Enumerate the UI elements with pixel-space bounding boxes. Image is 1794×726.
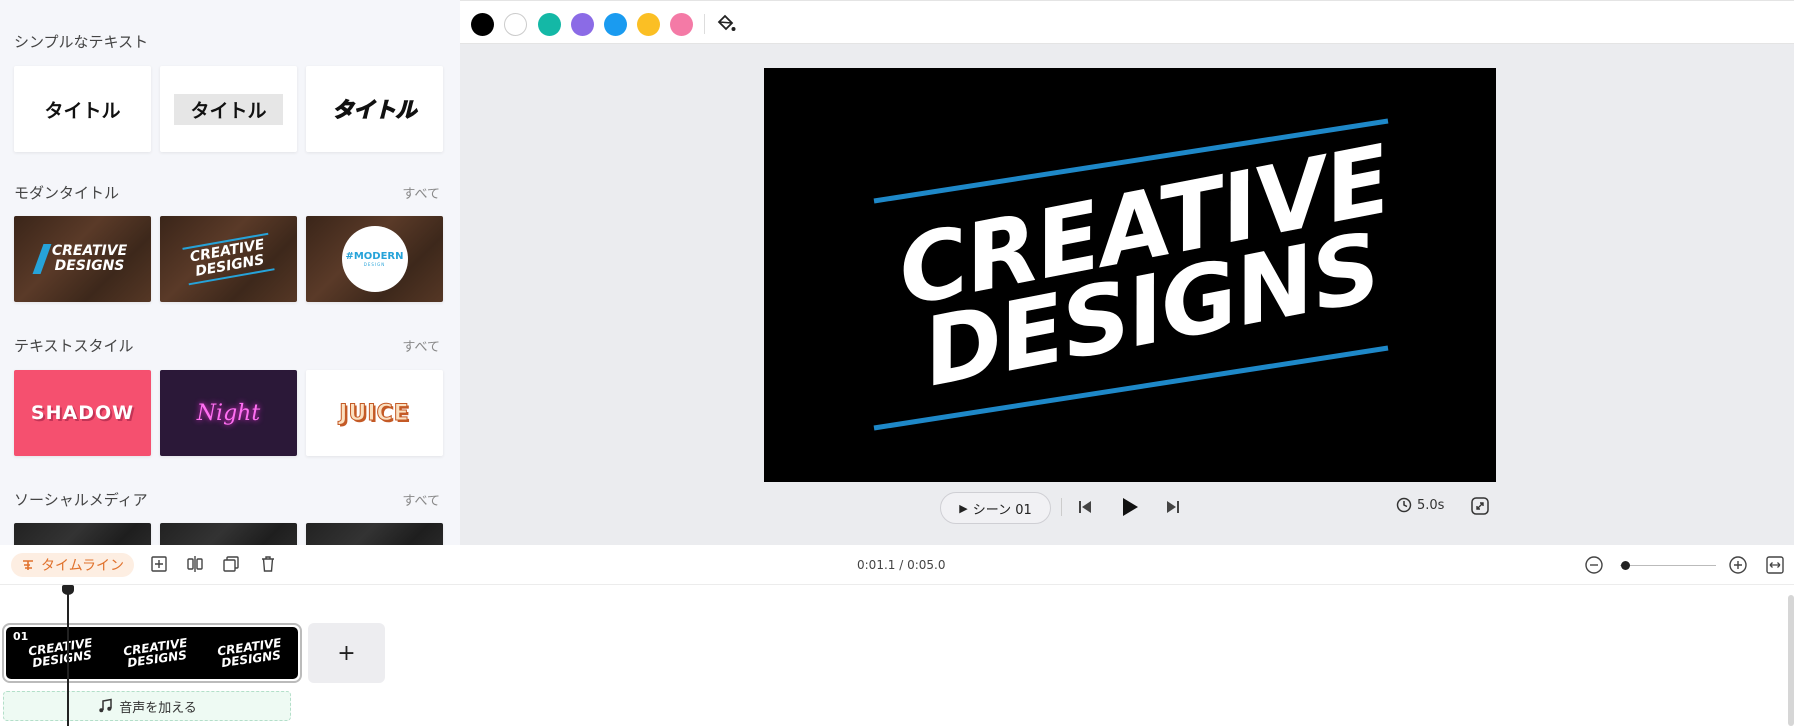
zoom-slider-handle[interactable] bbox=[1621, 561, 1630, 570]
play-small-icon: ▶ bbox=[959, 502, 967, 515]
scene-clip[interactable]: 01 CREATIVE DESIGNS CREATIVE DESIGNS CRE… bbox=[2, 623, 302, 683]
social-media-all-link[interactable]: すべて bbox=[402, 490, 440, 509]
clip-thumb-text: CREATIVE DESIGNS bbox=[122, 637, 189, 670]
simple-text-card-3[interactable]: タイトル bbox=[306, 66, 443, 152]
music-note-icon bbox=[97, 698, 113, 714]
trash-icon[interactable] bbox=[259, 555, 277, 573]
color-swatch-purple[interactable] bbox=[571, 13, 594, 36]
skip-back-icon[interactable] bbox=[1078, 500, 1092, 514]
timeline-icon bbox=[21, 558, 35, 572]
fullscreen-icon[interactable] bbox=[1470, 496, 1490, 516]
timeline-tab[interactable]: タイムライン bbox=[11, 553, 134, 577]
paint-bucket-icon[interactable] bbox=[715, 12, 737, 34]
color-swatch-white[interactable] bbox=[504, 13, 527, 36]
color-swatch-blue[interactable] bbox=[604, 13, 627, 36]
modern-title-thumb-3[interactable]: #MODERN DESIGN bbox=[306, 216, 443, 302]
scene-label: シーン 01 bbox=[973, 499, 1032, 518]
thumb-line1: #MODERN bbox=[345, 251, 403, 262]
skip-forward-icon[interactable] bbox=[1166, 500, 1180, 514]
clip-thumb-text: CREATIVE DESIGNS bbox=[28, 637, 95, 670]
color-swatch-yellow[interactable] bbox=[637, 13, 660, 36]
simple-text-card-1[interactable]: タイトル bbox=[14, 66, 151, 152]
time-readout: 0:01.1 / 0:05.0 bbox=[857, 558, 945, 572]
color-swatch-teal[interactable] bbox=[538, 13, 561, 36]
section-title-social-media: ソーシャルメディア bbox=[14, 489, 148, 510]
thumb-line2: DESIGNS bbox=[52, 259, 127, 274]
add-scene-icon[interactable] bbox=[150, 555, 168, 573]
scene-play-button[interactable]: ▶ シーン 01 bbox=[940, 492, 1051, 524]
color-swatch-pink[interactable] bbox=[670, 13, 693, 36]
section-title-modern-title: モダンタイトル bbox=[14, 182, 119, 203]
thumb-line1: CREATIVE bbox=[52, 244, 127, 259]
duplicate-icon[interactable] bbox=[222, 555, 240, 573]
playhead-line[interactable] bbox=[67, 585, 69, 726]
split-icon[interactable] bbox=[186, 555, 204, 573]
text-style-all-link[interactable]: すべて bbox=[402, 336, 440, 355]
zoom-out-icon[interactable] bbox=[1584, 555, 1604, 575]
playhead-handle[interactable] bbox=[62, 585, 74, 595]
scene-duration[interactable]: 5.0s bbox=[1396, 497, 1444, 513]
zoom-slider-track[interactable] bbox=[1620, 565, 1716, 566]
color-toolbar bbox=[460, 0, 1794, 44]
modern-title-thumb-2[interactable]: CREATIVE DESIGNS bbox=[160, 216, 297, 302]
video-canvas[interactable]: CREATIVE DESIGNS bbox=[764, 68, 1496, 482]
text-style-shadow-thumb[interactable]: SHADOW bbox=[14, 370, 151, 456]
toolbar-divider bbox=[704, 14, 705, 34]
social-media-thumb-1[interactable] bbox=[14, 523, 151, 545]
add-audio-button[interactable]: 音声を加える bbox=[3, 691, 291, 721]
modern-title-thumb-1[interactable]: CREATIVE DESIGNS bbox=[14, 216, 151, 302]
circle-badge: #MODERN DESIGN bbox=[342, 226, 408, 292]
simple-text-card-2[interactable]: タイトル bbox=[160, 66, 297, 152]
modern-title-all-link[interactable]: すべて bbox=[402, 183, 440, 202]
canvas-area: CREATIVE DESIGNS bbox=[460, 44, 1794, 545]
section-title-simple-text: シンプルなテキスト bbox=[14, 31, 148, 52]
template-sidebar: シンプルなテキスト タイトル タイトル タイトル モダンタイトル すべて CRE… bbox=[0, 0, 460, 545]
timeline-scrollbar[interactable] bbox=[1788, 595, 1794, 726]
add-audio-label: 音声を加える bbox=[119, 697, 197, 716]
add-scene-button[interactable]: + bbox=[308, 623, 385, 683]
duration-label: 5.0s bbox=[1417, 498, 1444, 513]
zoom-in-icon[interactable] bbox=[1728, 555, 1748, 575]
play-icon[interactable] bbox=[1121, 497, 1139, 517]
thumb-line2: DESIGN bbox=[364, 262, 385, 267]
section-title-text-style: テキストスタイル bbox=[14, 335, 134, 356]
controls-divider bbox=[1061, 498, 1062, 516]
social-media-thumb-3[interactable] bbox=[306, 523, 443, 545]
clock-icon bbox=[1396, 497, 1412, 513]
timeline-tab-label: タイムライン bbox=[41, 555, 124, 575]
text-style-night-thumb[interactable]: Night bbox=[160, 370, 297, 456]
text-style-juice-thumb[interactable]: JUICE bbox=[306, 370, 443, 456]
social-media-thumb-2[interactable] bbox=[160, 523, 297, 545]
clip-number: 01 bbox=[13, 630, 28, 643]
fit-width-icon[interactable] bbox=[1765, 555, 1785, 575]
accent-bar bbox=[32, 244, 51, 274]
timeline-track-area: 01 CREATIVE DESIGNS CREATIVE DESIGNS CRE… bbox=[0, 585, 1794, 726]
timeline-toolbar: タイムライン 0:01.1 / 0:05.0 bbox=[0, 545, 1794, 585]
color-swatch-black[interactable] bbox=[471, 13, 494, 36]
clip-thumb-text: CREATIVE DESIGNS bbox=[217, 637, 284, 670]
